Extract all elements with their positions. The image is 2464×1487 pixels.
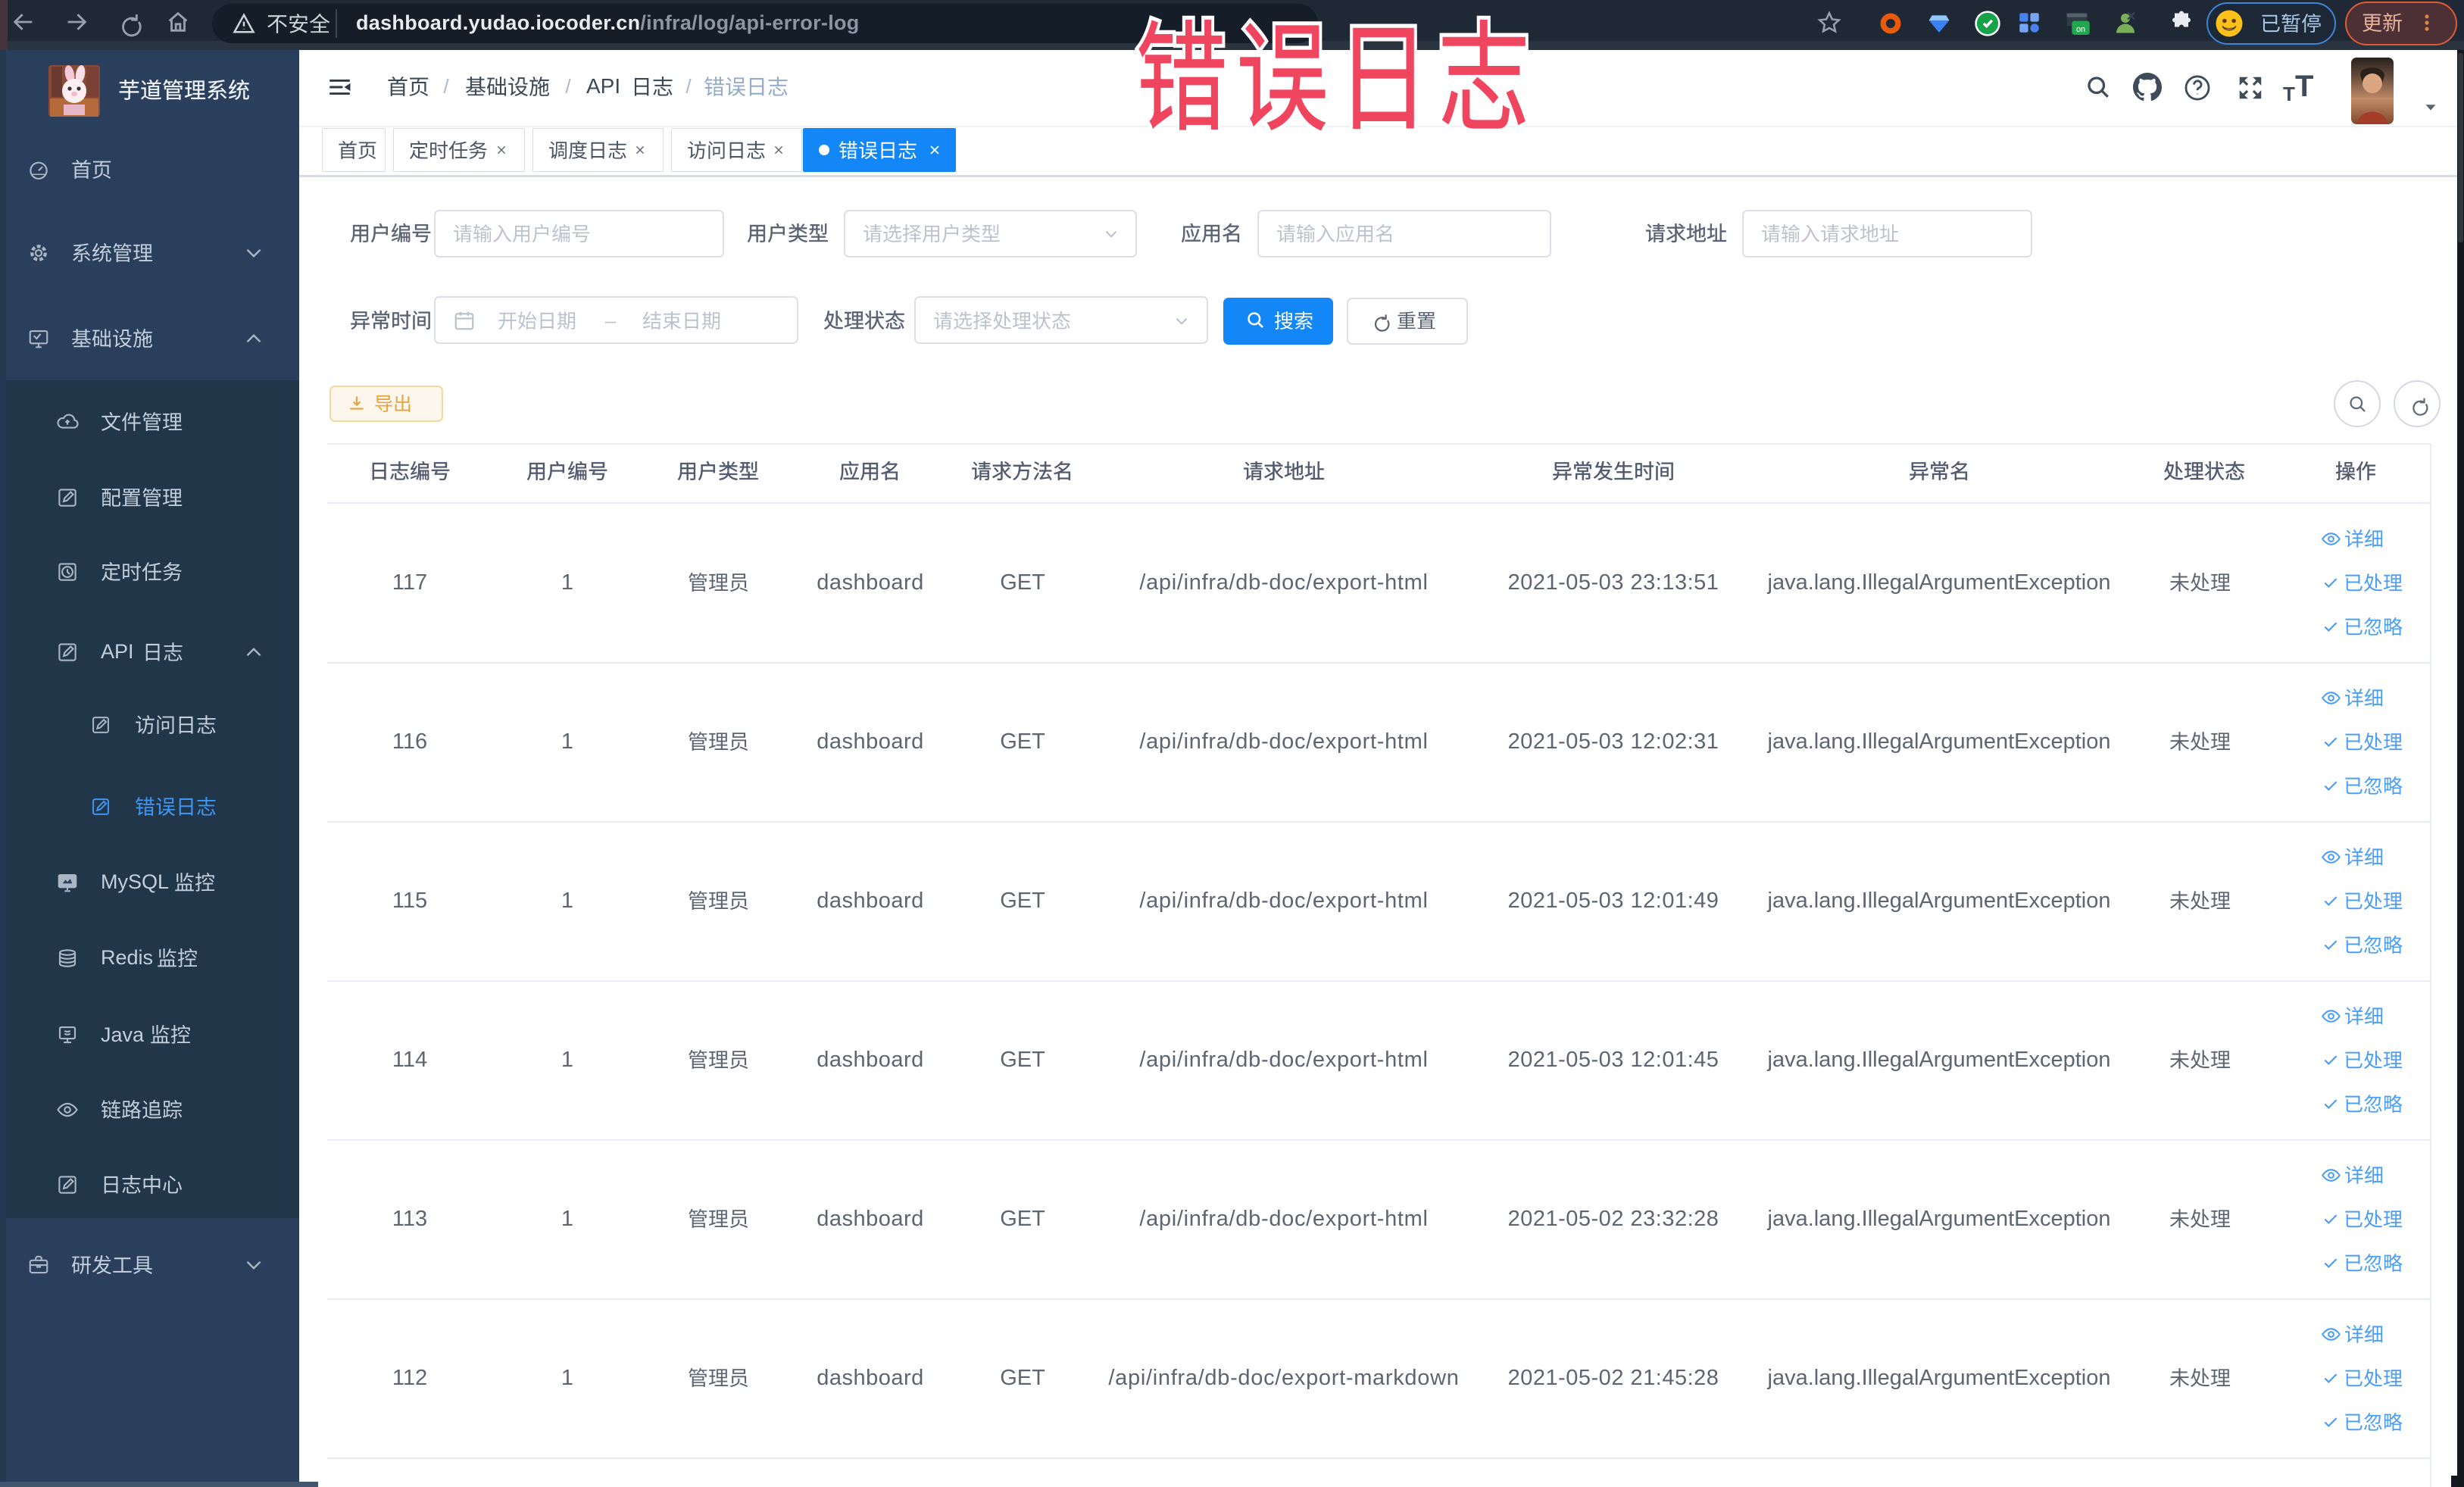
svg-text:on: on [2076,25,2085,34]
